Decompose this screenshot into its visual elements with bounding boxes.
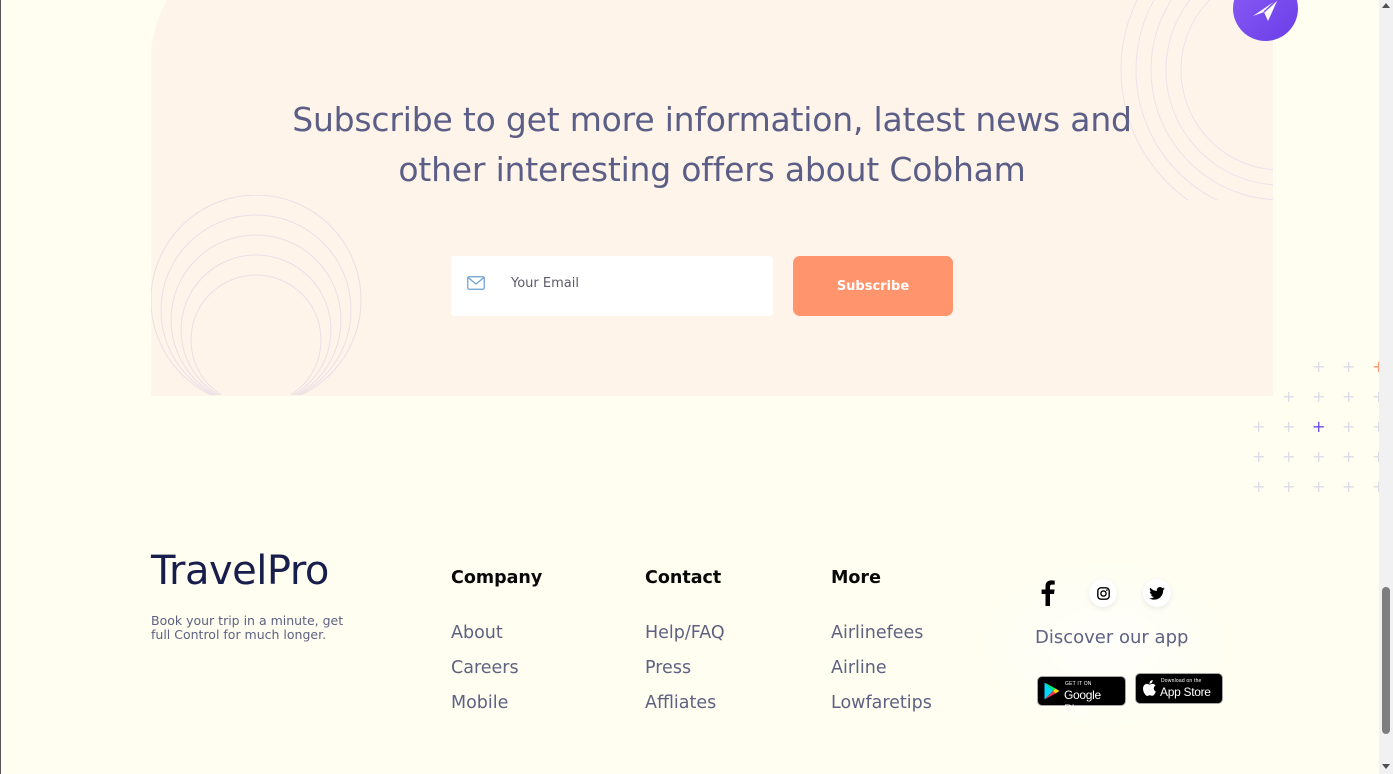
footer-link-about[interactable]: About [451,616,542,651]
plus-mark: + [1282,387,1296,406]
footer-link-airlinefees[interactable]: Airlinefees [831,616,932,651]
footer-column-more: More Airlinefees Airline Lowfaretips [831,568,932,721]
footer-link-airline[interactable]: Airline [831,651,932,686]
brand-tagline: Book your trip in a minute, get full Con… [151,613,344,642]
footer-column-contact: Contact Help/FAQ Press Affliates [645,568,725,721]
subscribe-heading: Subscribe to get more information, lates… [292,100,1132,189]
subscribe-section: Subscribe to get more information, lates… [151,0,1273,396]
app-store-small-text: Download on the [1161,678,1202,684]
google-play-big-text: Google Play [1064,688,1101,716]
plus-mark: + [1342,417,1356,436]
footer-link-mobile[interactable]: Mobile [451,686,542,721]
plus-mark: + [1312,417,1326,436]
footer-link-press[interactable]: Press [645,651,725,686]
twitter-icon[interactable] [1143,579,1171,607]
plus-mark: + [1342,447,1356,466]
google-play-small-text: GET IT ON [1065,681,1092,687]
window-border [0,0,1,774]
footer-link-affliates[interactable]: Affliates [645,686,725,721]
footer-heading-more: More [831,568,881,588]
mail-icon [467,276,485,290]
vertical-scrollbar[interactable] [1379,0,1393,774]
instagram-icon[interactable] [1089,579,1117,607]
app-store-badge[interactable]: Download on the App Store [1135,673,1223,704]
footer-link-help-faq[interactable]: Help/FAQ [645,616,725,651]
plus-mark: + [1312,477,1326,496]
facebook-icon[interactable] [1034,579,1062,607]
brand-logo[interactable]: TravelPro [151,548,329,594]
scroll-up-arrow-icon[interactable] [1382,3,1390,8]
paper-plane-icon [1253,0,1279,21]
plus-mark: + [1282,447,1296,466]
plus-mark: + [1342,387,1356,406]
footer-column-company: Company About Careers Mobile [451,568,542,721]
scrollbar-thumb[interactable] [1382,587,1390,734]
footer-link-careers[interactable]: Careers [451,651,542,686]
scroll-down-arrow-icon[interactable] [1382,764,1390,769]
plus-mark: + [1342,477,1356,496]
plus-mark: + [1252,417,1266,436]
plus-mark: + [1312,447,1326,466]
apple-icon [1143,680,1156,696]
footer-link-lowfaretips[interactable]: Lowfaretips [831,686,932,721]
plus-mark: + [1252,477,1266,496]
plus-mark: + [1252,447,1266,466]
decorative-circles-left [151,195,362,395]
facebook-glyph [1041,580,1055,606]
google-play-icon [1044,682,1060,700]
subscribe-button[interactable]: Subscribe [793,256,953,316]
instagram-glyph [1096,586,1110,600]
plus-mark: + [1282,417,1296,436]
email-input[interactable] [509,268,763,298]
app-store-big-text: App Store [1160,685,1211,699]
plus-mark: + [1312,387,1326,406]
plus-mark: + [1312,357,1326,376]
footer-heading-company: Company [451,568,543,588]
plus-mark: + [1282,477,1296,496]
twitter-glyph [1149,586,1165,600]
google-play-badge[interactable]: GET IT ON Google Play [1037,676,1126,716]
discover-app-label: Discover our app [1035,627,1189,648]
plus-mark: + [1342,357,1356,376]
footer-heading-contact: Contact [645,568,722,588]
email-field[interactable] [451,256,773,316]
